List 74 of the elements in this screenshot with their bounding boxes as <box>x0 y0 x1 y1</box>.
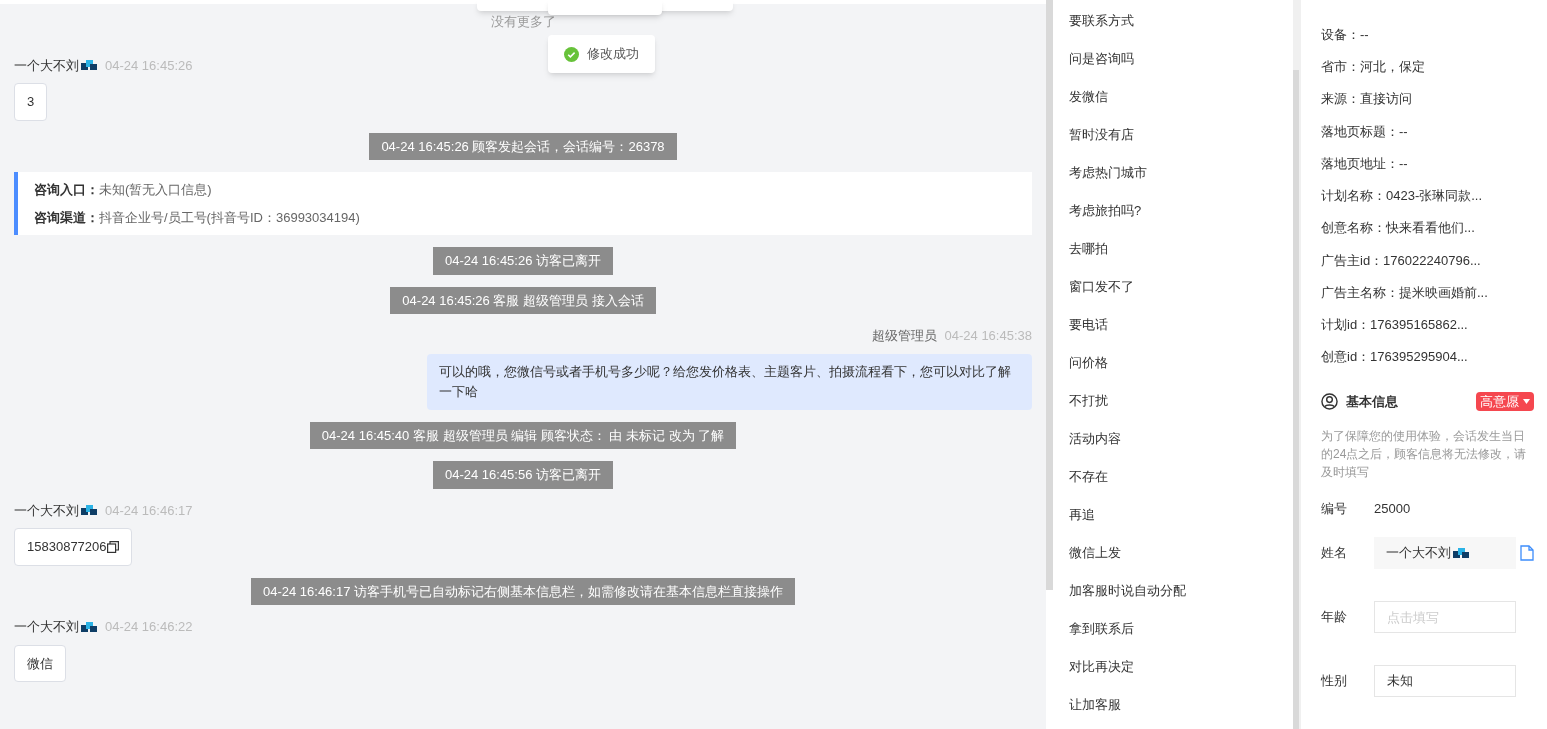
quick-reply-item[interactable]: 微信上发 <box>1069 534 1293 572</box>
user-circle-icon <box>1321 392 1338 410</box>
info-value: 未知(暂无入口信息) <box>99 181 212 199</box>
source-info-row-text: 落地页地址：-- <box>1321 154 1409 173</box>
field-label: 性别 <box>1321 672 1348 691</box>
source-info-row-text: 广告主id：176022240796... <box>1321 251 1482 270</box>
quick-reply-item[interactable]: 问是咨询吗 <box>1069 40 1293 78</box>
sleep-emoji-icon <box>81 620 97 633</box>
input-field[interactable]: 未知 <box>1374 665 1516 698</box>
copy-icon[interactable] <box>106 540 119 553</box>
scrollbar[interactable] <box>1293 70 1299 729</box>
system-message: 04-24 16:46:17 访客手机号已自动标记右侧基本信息栏，如需修改请在基本信息栏直接操作 <box>250 577 796 605</box>
quick-reply-item[interactable]: 活动内容 <box>1069 420 1293 458</box>
quick-reply-item[interactable]: 要联系方式 <box>1069 2 1293 40</box>
no-more-text: 没有更多了 <box>490 13 556 31</box>
quick-reply-item[interactable]: 暂时没有店 <box>1069 116 1293 154</box>
quick-reply-item[interactable]: 拿到联系后 <box>1069 610 1293 648</box>
source-info-row-text: 广告主名称：提米映画婚前... <box>1321 283 1489 302</box>
quick-reply-item[interactable]: 加客服时说自动分配 <box>1069 572 1293 610</box>
quick-reply-item[interactable]: 去哪拍 <box>1069 230 1293 268</box>
caret-icon <box>1523 398 1530 404</box>
message-time: 04-24 16:45:26 <box>105 56 193 75</box>
message-bubble: 微信 <box>14 644 66 682</box>
quick-reply-item[interactable]: 让加客服 <box>1069 686 1293 724</box>
sender-name: 一个大不刘 <box>14 617 97 637</box>
message-bubble: 可以的哦，您微信号或者手机号多少呢？给您发价格表、主题客片、拍摄流程看下，您可以对比了解一下哈 <box>427 353 1032 410</box>
info-label: 咨询入口： <box>34 181 99 199</box>
source-info-row-text: 创意id：176395295904... <box>1321 348 1469 367</box>
success-icon <box>564 46 579 62</box>
toast-text: 修改成功 <box>587 45 639 64</box>
message-time: 04-24 16:45:38 <box>944 327 1032 345</box>
notice-text: 为了保障您的使用体验，会话发生当日的24点之后，顾客信息将无法修改，请及时填写 <box>1321 428 1528 482</box>
name-field: 一个大不刘 <box>1374 537 1516 570</box>
message-time: 04-24 16:46:17 <box>105 501 193 520</box>
sleep-emoji-icon <box>81 59 97 72</box>
field-label: 编号 <box>1321 500 1348 519</box>
quick-reply-item[interactable]: 发微信 <box>1069 78 1293 116</box>
field-label: 年龄 <box>1321 608 1348 627</box>
quick-reply-item[interactable]: 不打扰 <box>1069 382 1293 420</box>
intent-tag[interactable]: 高意愿 <box>1476 391 1534 412</box>
source-info-row-text: 落地页标题：-- <box>1321 122 1409 141</box>
sleep-emoji-icon <box>1453 547 1469 560</box>
sleep-emoji-icon <box>81 504 97 517</box>
info-label: 咨询渠道： <box>34 208 99 227</box>
quick-reply-item[interactable]: 考虑热门城市 <box>1069 154 1293 192</box>
sender-name: 超级管理员 <box>871 327 937 345</box>
quick-reply-item[interactable]: 不存在 <box>1069 458 1293 496</box>
source-info-row-text: 计划id：176395165862... <box>1321 316 1469 335</box>
system-message: 04-24 16:45:26 顾客发起会话，会话编号：26378 <box>369 132 677 160</box>
field-value: 25000 <box>1374 500 1411 519</box>
quick-reply-item[interactable]: 要电话 <box>1069 306 1293 344</box>
quick-reply-item[interactable]: 对比再决定 <box>1069 648 1293 686</box>
source-info-row-text: 省市：河北，保定 <box>1321 58 1426 77</box>
quick-reply-item[interactable]: 窗口发不了 <box>1069 268 1293 306</box>
scrollbar[interactable] <box>1046 0 1053 590</box>
sender-name: 一个大不刘 <box>14 500 97 520</box>
source-info-row-text: 设备：-- <box>1321 26 1370 44</box>
info-value: 抖音企业号/员工号(抖音号ID：36993034194) <box>99 208 360 227</box>
source-info-row-text: 创意名称：快来看看他们... <box>1321 219 1476 238</box>
message-bubble: 3 <box>14 83 48 121</box>
system-message: 04-24 16:45:40 客服 超级管理员 编辑 顾客状态： 由 未标记 改为 了解 <box>309 421 737 449</box>
quick-reply-item[interactable]: 问价格 <box>1069 344 1293 382</box>
message-bubble: 15830877206 <box>14 528 132 566</box>
quick-reply-item[interactable]: 考虑旅拍吗? <box>1069 192 1293 230</box>
field-label: 姓名 <box>1321 544 1348 563</box>
message-time: 04-24 16:46:22 <box>105 618 193 636</box>
system-message: 04-24 16:45:56 访客已离开 <box>432 461 614 489</box>
source-info-row-text: 计划名称：0423-张琳同款... <box>1321 187 1484 206</box>
sender-name: 一个大不刘 <box>14 55 97 75</box>
quick-reply-item[interactable]: 再追 <box>1069 496 1293 534</box>
section-title: 基本信息 <box>1346 392 1398 411</box>
source-info-row-text: 来源：直接访问 <box>1321 90 1413 109</box>
system-message: 04-24 16:45:26 客服 超级管理员 接入会话 <box>390 286 656 314</box>
system-message: 04-24 16:45:26 访客已离开 <box>432 247 614 275</box>
